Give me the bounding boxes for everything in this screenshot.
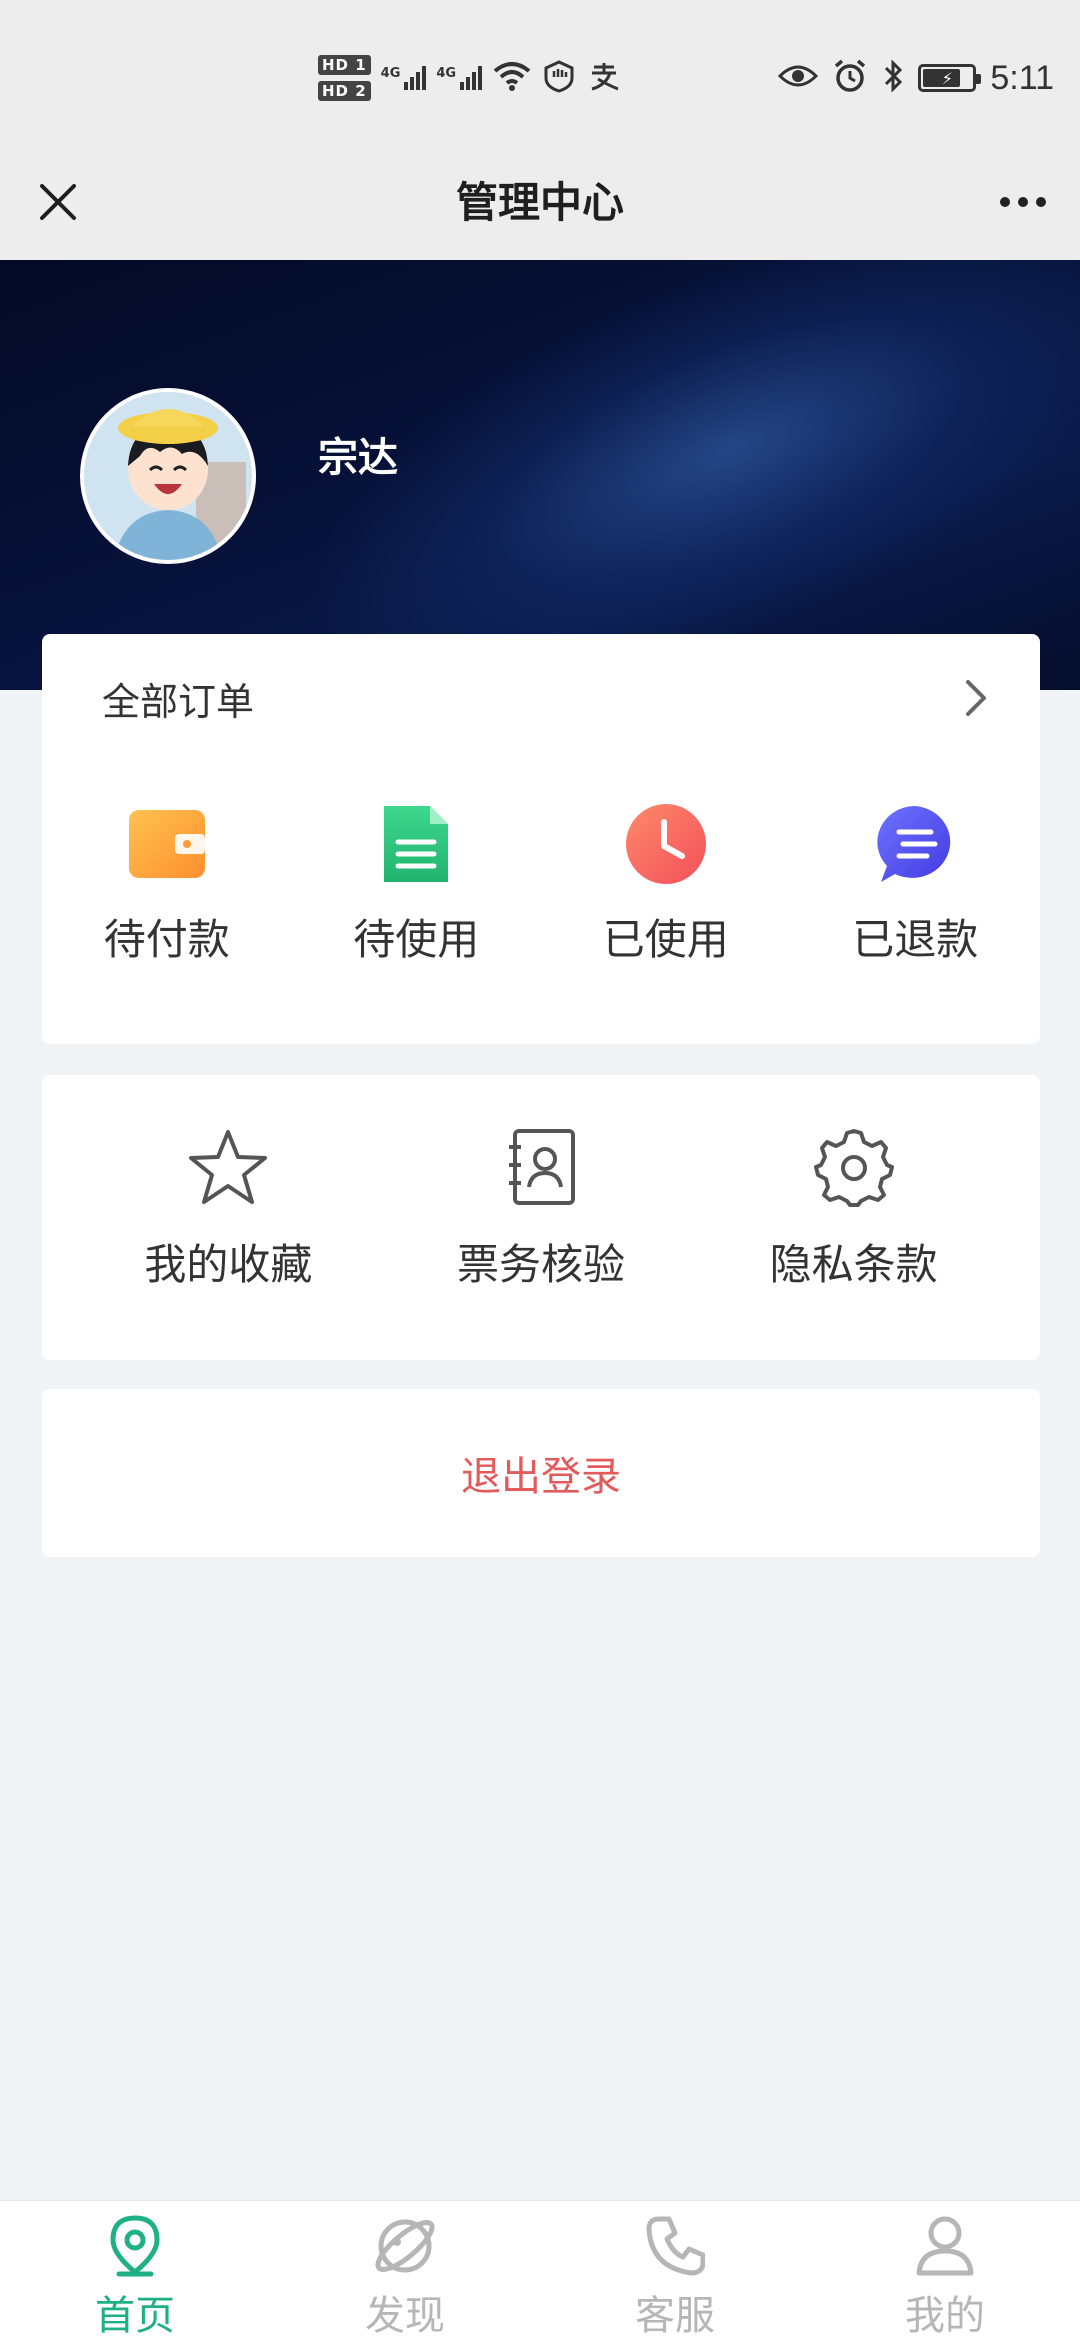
vpn-shield-icon [542, 59, 576, 97]
order-label: 已退款 [852, 915, 979, 964]
tab-label: 客服 [635, 2293, 715, 2339]
wallet-icon [125, 802, 209, 886]
document-icon [374, 802, 458, 886]
tool-label: 隐私条款 [769, 1240, 938, 1289]
more-icon-dot [1036, 197, 1046, 207]
avatar[interactable] [80, 388, 256, 564]
chat-bubble-icon [873, 802, 957, 886]
page-title: 管理中心 [455, 178, 624, 227]
my-favorites[interactable]: 我的收藏 [72, 1125, 385, 1292]
hd2-badge: HD 2 [318, 81, 371, 101]
order-label: 已使用 [602, 915, 729, 964]
logout-button[interactable]: 退出登录 [42, 1389, 1040, 1557]
order-label: 待付款 [103, 915, 230, 964]
alipay-icon [586, 59, 622, 97]
logout-label: 退出登录 [461, 1454, 621, 1500]
bluetooth-icon [882, 58, 904, 98]
status-time: 5:11 [990, 58, 1054, 97]
signal-2-icon: 4G [436, 66, 483, 90]
hd-badges: HD 1 HD 2 [318, 55, 371, 101]
clock-icon [624, 802, 708, 886]
tab-home[interactable]: 首页 [0, 2201, 270, 2340]
avatar-image [84, 392, 252, 560]
star-icon [186, 1125, 270, 1209]
tab-customer-service[interactable]: 客服 [540, 2201, 810, 2340]
contact-book-icon [499, 1125, 583, 1209]
order-label: 待使用 [353, 915, 480, 964]
profile-header: 宗达 [0, 260, 1080, 690]
hd1-badge: HD 1 [318, 55, 371, 75]
tab-label: 首页 [95, 2293, 175, 2339]
planet-icon [370, 2211, 440, 2281]
order-status-grid: 待付款 待使用 已使用 已退款 [42, 802, 1040, 967]
network-type-2: 4G [436, 66, 457, 81]
tab-discover[interactable]: 发现 [270, 2201, 540, 2340]
status-bar: HD 1 HD 2 4G 4G ⚡ 5:11 [0, 0, 1080, 145]
order-refunded[interactable]: 已退款 [791, 802, 1041, 967]
chevron-right-icon [966, 680, 986, 716]
order-pending-payment[interactable]: 待付款 [42, 802, 292, 967]
tools-grid: 我的收藏 票务核验 隐私条款 [42, 1125, 1040, 1292]
battery-charging-icon: ⚡ [918, 64, 982, 92]
tab-label: 发现 [365, 2293, 445, 2339]
bottom-tab-bar: 首页 发现 客服 我的 [0, 2200, 1080, 2340]
tool-label: 我的收藏 [144, 1240, 313, 1289]
more-button[interactable] [988, 172, 1058, 232]
signal-1-icon: 4G [381, 66, 427, 90]
status-right-group: ⚡ 5:11 [778, 48, 1054, 108]
all-orders-title: 全部订单 [102, 679, 255, 724]
phone-icon [640, 2211, 710, 2281]
location-pin-icon [100, 2211, 170, 2281]
user-icon [910, 2211, 980, 2281]
tools-card: 我的收藏 票务核验 隐私条款 [42, 1075, 1040, 1360]
more-icon-dot [1000, 197, 1010, 207]
title-bar: 管理中心 [0, 145, 1080, 260]
network-type-1: 4G [380, 66, 401, 81]
privacy-terms[interactable]: 隐私条款 [697, 1125, 1010, 1292]
tab-label: 我的 [905, 2293, 985, 2339]
wifi-icon [492, 60, 532, 96]
order-to-use[interactable]: 待使用 [292, 802, 542, 967]
more-icon-dot [1018, 197, 1028, 207]
orders-card: 全部订单 待付款 待使用 已使用 已退款 [42, 634, 1040, 1044]
all-orders-row[interactable]: 全部订单 [42, 634, 1040, 762]
username: 宗达 [318, 435, 398, 481]
alarm-icon [832, 58, 868, 98]
gear-icon [812, 1125, 896, 1209]
tool-label: 票务核验 [456, 1240, 625, 1289]
order-used[interactable]: 已使用 [541, 802, 791, 967]
tab-mine[interactable]: 我的 [810, 2201, 1080, 2340]
status-left-group: HD 1 HD 2 4G 4G [318, 48, 622, 108]
ticket-verification[interactable]: 票务核验 [385, 1125, 698, 1292]
eye-icon [778, 62, 819, 94]
